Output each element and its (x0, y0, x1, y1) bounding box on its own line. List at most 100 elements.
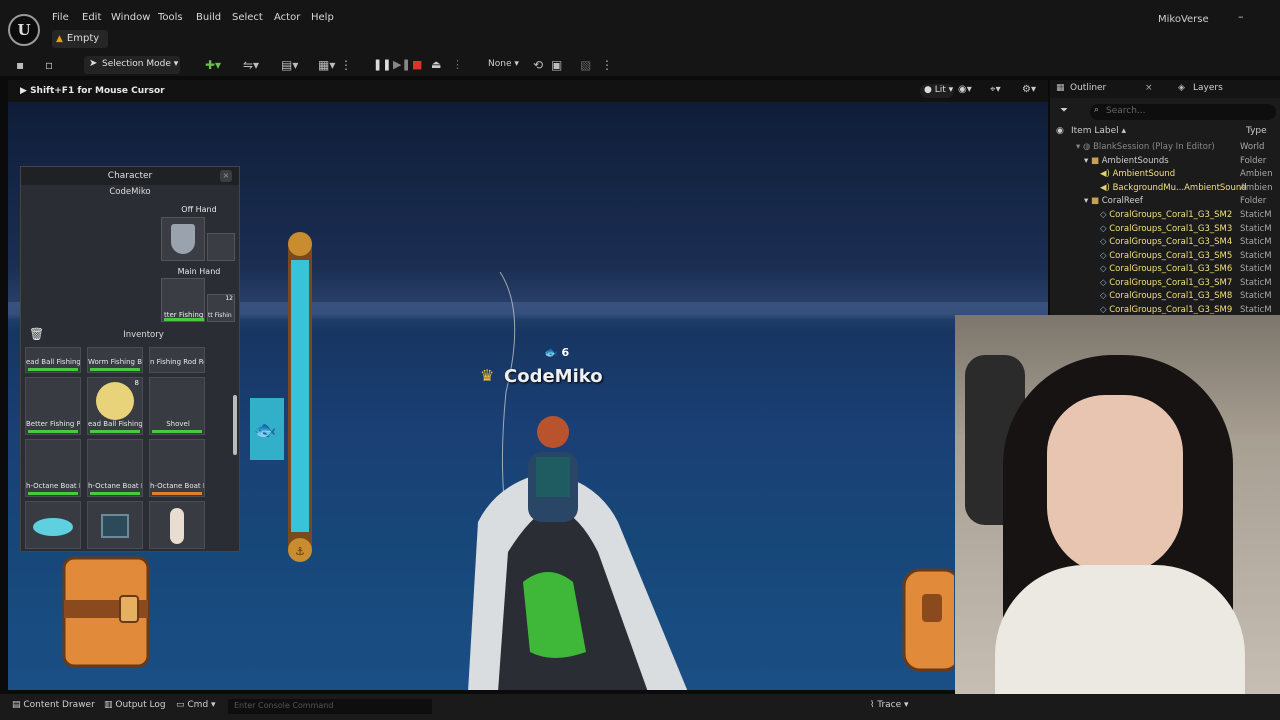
fish-count: 🐟 6 (544, 346, 570, 359)
level-icon: ▲ (56, 34, 63, 44)
play-options-icon[interactable]: ⋮ (452, 58, 463, 71)
outliner-row[interactable]: ◀) BackgroundMu...AmbientSound Ambien (1050, 182, 1280, 196)
tab-layers[interactable]: Layers (1193, 83, 1223, 93)
close-tab-icon[interactable]: × (1145, 83, 1153, 93)
inventory-slot-7[interactable]: h-Octane Boat F (25, 439, 81, 497)
outliner-search-input[interactable]: ⌕ Search... (1090, 104, 1276, 120)
bait-slot[interactable]: tt Fishin 12 (207, 294, 235, 322)
save-icon[interactable]: ▪ (16, 58, 24, 72)
outliner-row[interactable]: ▾ ◍ BlankSession (Play In Editor) World (1050, 141, 1280, 155)
unreal-logo-icon[interactable]: U (8, 14, 40, 46)
network-mode-dropdown[interactable]: None ▾ (488, 57, 524, 73)
tab-outliner[interactable]: Outliner (1070, 83, 1106, 93)
menu-file[interactable]: File (52, 12, 69, 23)
layers-icon: ◈ (1178, 83, 1185, 93)
pause-icon[interactable]: ❚❚ (373, 58, 391, 71)
cinematics-icon[interactable]: ▤▾ (281, 58, 298, 72)
launch-icon[interactable]: ▣ (551, 58, 562, 72)
add-actor-icon[interactable]: ✚▾ (205, 58, 221, 72)
outliner-row[interactable]: ◇ CoralGroups_Coral1_G3_SM6 StaticM (1050, 263, 1280, 277)
inventory-slot-12[interactable] (149, 501, 205, 549)
outliner-row[interactable]: ▾ ■ CoralReef Folder (1050, 195, 1280, 209)
backpack-icon[interactable] (898, 550, 954, 680)
trace-icon: ⌇ (870, 700, 875, 710)
journal-icon[interactable] (58, 552, 154, 672)
menu-window[interactable]: Window (111, 12, 150, 23)
outliner-row[interactable]: ◇ CoralGroups_Coral1_G3_SM3 StaticM (1050, 223, 1280, 237)
minimize-button[interactable]: – (1238, 10, 1244, 23)
menu-select[interactable]: Select (232, 12, 263, 23)
bait-slot-label: tt Fishin (208, 312, 232, 319)
static-mesh-icon: ◇ (1100, 210, 1107, 220)
inventory-slot-2[interactable]: Worm Fishing Bait (87, 347, 143, 373)
inventory-slot-1[interactable]: ead Ball Fishing B (25, 347, 81, 373)
visibility-icon[interactable]: ◉ (1056, 126, 1064, 136)
console-input[interactable]: Enter Console Command (228, 699, 432, 714)
inventory-slot-9[interactable]: h-Octane Boat F (149, 439, 205, 497)
content-drawer-button[interactable]: ▤ Content Drawer (12, 700, 95, 710)
frame-skip-icon[interactable]: ▶❚ (393, 58, 411, 71)
menu-edit[interactable]: Edit (82, 12, 101, 23)
fish-icon: 🐟 (544, 346, 562, 359)
speaker-icon: ◀) (1100, 169, 1110, 179)
off-hand-slot[interactable] (161, 217, 205, 261)
type-column[interactable]: Type (1246, 126, 1267, 136)
inventory-slot-3[interactable]: n Fishing Rod Rep (149, 347, 205, 373)
inventory-slot-5[interactable]: 8 ead Ball Fishing B (87, 377, 143, 435)
toolbar-more-icon[interactable]: ⋮ (601, 58, 613, 72)
platforms-icon[interactable]: ▦▾ (318, 58, 335, 72)
menu-build[interactable]: Build (196, 12, 221, 23)
outliner-row[interactable]: ◇ CoralGroups_Coral1_G3_SM7 StaticM (1050, 277, 1280, 291)
console-icon: ▭ (176, 700, 185, 710)
selection-mode-dropdown[interactable]: ➤ Selection Mode ▾ (84, 56, 180, 74)
outliner-row[interactable]: ◇ CoralGroups_Coral1_G3_SM8 StaticM (1050, 290, 1280, 304)
inventory-slot-10[interactable] (25, 501, 81, 549)
filter-icon[interactable]: ⏷ (1060, 105, 1068, 116)
trace-dropdown[interactable]: ⌇ Trace ▾ (870, 700, 909, 710)
close-icon[interactable]: × (220, 170, 232, 182)
inventory-slot-8[interactable]: h-Octane Boat F (87, 439, 143, 497)
outliner-row[interactable]: ◇ CoralGroups_Coral1_G3_SM9 StaticM (1050, 304, 1280, 314)
crown-icon: ♛ (480, 366, 495, 385)
main-hand-slot[interactable]: tter Fishing (161, 278, 205, 322)
output-log-button[interactable]: ▥ Output Log (104, 700, 166, 710)
item-label-column[interactable]: Item Label ▴ (1071, 126, 1126, 136)
level-tab-label: Empty (66, 33, 100, 44)
static-mesh-icon: ◇ (1100, 237, 1107, 247)
outliner-row[interactable]: ▾ ■ AmbientSounds Folder (1050, 155, 1280, 169)
stop-icon[interactable]: ■ (412, 58, 422, 71)
blueprint-icon[interactable]: ⇋▾ (243, 58, 259, 72)
settings-icon[interactable]: ▧ (580, 58, 591, 72)
menu-tools[interactable]: Tools (158, 12, 183, 23)
inventory-slot-6[interactable]: Shovel (149, 377, 205, 435)
content-browser-icon[interactable]: ▫ (45, 58, 53, 72)
more-icon[interactable]: ⋮ (340, 58, 352, 72)
level-tab[interactable]: ▲ Empty (52, 30, 108, 48)
inventory-slot-11[interactable] (87, 501, 143, 549)
off-hand-label: Off Hand (181, 205, 217, 214)
outliner-header: ◉ Item Label ▴ Type (1050, 124, 1280, 138)
cmd-dropdown[interactable]: ▭ Cmd ▾ (176, 700, 216, 710)
outliner-row[interactable]: ◇ CoralGroups_Coral1_G3_SM5 StaticM (1050, 250, 1280, 264)
viewport-settings-icon[interactable]: ⚙▾ (1022, 84, 1036, 95)
inventory-slot-4[interactable]: Better Fishing Rod (25, 377, 81, 435)
static-mesh-icon: ◇ (1100, 264, 1107, 274)
menu-help[interactable]: Help (311, 12, 334, 23)
menu-actor[interactable]: Actor (274, 12, 300, 23)
main-toolbar: ▪ ▫ ➤ Selection Mode ▾ ✚▾ ⇋▾ ▤▾ ▦▾ ⋮ ❚❚ ▶… (0, 52, 1280, 77)
show-flags-icon[interactable]: ◉▾ (958, 84, 972, 95)
status-bar: ▤ Content Drawer ▥ Output Log ▭ Cmd ▾ En… (0, 694, 1280, 720)
inventory-scrollbar[interactable] (233, 395, 237, 455)
outliner-row[interactable]: ◇ CoralGroups_Coral1_G3_SM2 StaticM (1050, 209, 1280, 223)
off-hand-extra-slot[interactable] (207, 233, 235, 261)
view-mode-dropdown[interactable]: ● Lit ▾ (920, 84, 954, 98)
tool-icon (170, 508, 184, 544)
fishing-meter: ⚓ (288, 232, 312, 562)
eject-icon[interactable]: ⏏ (431, 58, 441, 71)
bait-slot-count: 12 (225, 295, 233, 302)
outliner-row[interactable]: ◇ CoralGroups_Coral1_G3_SM4 StaticM (1050, 236, 1280, 250)
hot-reload-icon[interactable]: ⟲ (533, 58, 543, 72)
transform-icon[interactable]: ⌖▾ (990, 84, 1001, 95)
outliner-row[interactable]: ◀) AmbientSound Ambien (1050, 168, 1280, 182)
character-name: CodeMiko (109, 187, 151, 197)
